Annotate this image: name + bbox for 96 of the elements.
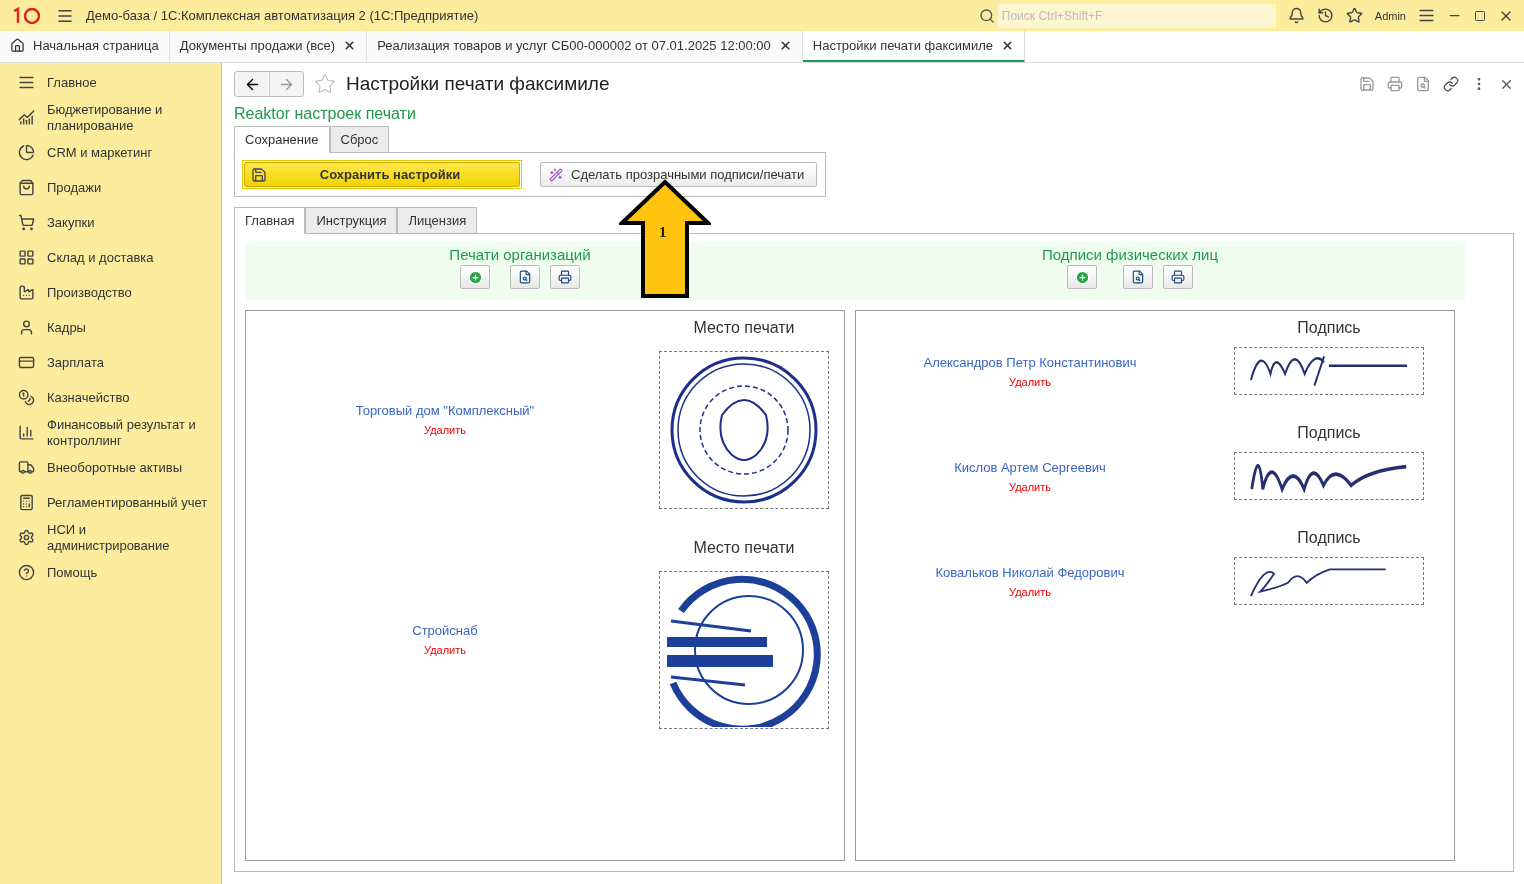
person-link[interactable]: Кислов Артем Сергеевич [954, 460, 1106, 475]
plus-icon [1074, 269, 1090, 285]
tab[interactable]: Главная [234, 207, 306, 234]
tab-label: Реализация товаров и услуг СБ00-000002 от 07.01.2025 12:00:00 [377, 38, 771, 53]
sidebar-item[interactable]: Склад и доставка [0, 240, 221, 275]
signature-caption: Подпись [1297, 424, 1361, 442]
coins-icon [18, 389, 35, 406]
sidebar-item[interactable]: Главное [0, 65, 221, 100]
add-button[interactable] [460, 265, 490, 289]
signature-caption: Подпись [1297, 529, 1361, 547]
printer-icon [558, 270, 572, 284]
help-icon [18, 564, 35, 581]
sidebar-item[interactable]: Регламентированный учет [0, 485, 221, 520]
organization-link[interactable]: Торговый дом "Комплексный" [355, 402, 535, 418]
stamp-caption: Место печати [693, 539, 795, 557]
cart-icon [18, 214, 35, 231]
preview-button[interactable] [510, 265, 540, 289]
search-field[interactable]: Поиск Ctrl+Shift+F [997, 3, 1276, 28]
sidebar-item[interactable]: Внеоборотные активы [0, 450, 221, 485]
grid-icon [18, 249, 35, 266]
tab[interactable]: Инструкция [305, 207, 398, 234]
settings-icon [18, 529, 35, 546]
delete-link[interactable]: Удалить [424, 643, 466, 656]
form-title: Настройки печати факсимиле [346, 73, 611, 95]
link-icon[interactable] [1443, 76, 1459, 92]
sidebar-item[interactable]: Финансовый результат и контроллинг [0, 415, 221, 450]
section-title: Печати организаций [449, 246, 591, 263]
form-subtitle: Reaktor настроек печати [234, 105, 417, 123]
window-title: Демо-база / 1С:Комплексная автоматизация 2 (1С:Предприятие) [86, 8, 480, 23]
user-name[interactable]: Admin [1374, 9, 1406, 22]
star-icon[interactable] [314, 73, 336, 95]
delete-link[interactable]: Удалить [1009, 376, 1051, 388]
printer-icon [1171, 270, 1185, 284]
sidebar-item[interactable]: Помощь [0, 555, 221, 590]
transparent-button[interactable]: Сделать прозрачными подписи/печати [540, 162, 818, 187]
print-button[interactable] [550, 265, 580, 289]
sidebar-item[interactable]: Бюджетирование и планирование [0, 100, 221, 135]
sidebar-item[interactable]: Кадры [0, 310, 221, 345]
search-icon[interactable] [978, 7, 995, 24]
tab-label: Начальная страница [33, 38, 159, 53]
star-icon[interactable] [1345, 7, 1363, 24]
settings-menu-icon[interactable] [1418, 7, 1435, 24]
window-tab[interactable]: Настройки печати факсимиле [802, 31, 1026, 62]
preview-icon[interactable] [1415, 76, 1431, 92]
preview-icon [1131, 270, 1145, 284]
window-tab[interactable]: Реализация товаров и услуг СБ00-000002 от 07.01.2025 12:00:00 [367, 31, 803, 62]
printer-icon[interactable] [1387, 76, 1403, 92]
save-settings-button[interactable]: Сохранить настройки [244, 162, 520, 187]
section-title: Подписи физических лиц [1041, 246, 1219, 263]
save-icon[interactable] [1359, 76, 1375, 92]
person-icon [18, 319, 35, 336]
preview-icon [518, 270, 532, 284]
delete-link[interactable]: Удалить [1009, 586, 1051, 598]
home-icon [10, 38, 25, 53]
sidebar-item[interactable]: Производство [0, 275, 221, 310]
factory-icon [18, 284, 35, 301]
signature-caption: Подпись [1297, 319, 1361, 337]
bag-icon [18, 179, 35, 196]
button-label: Сохранить настройки [318, 167, 462, 182]
wand-icon [549, 167, 563, 182]
person-link[interactable]: Ковальков Николай Федорович [935, 565, 1125, 580]
floppy-icon [251, 166, 267, 183]
tab[interactable]: Сброс [329, 126, 390, 153]
tab[interactable]: Сохранение [234, 126, 330, 153]
stamp-caption: Место печати [693, 319, 795, 337]
preview-button[interactable] [1123, 265, 1153, 289]
button-label: Сделать прозрачными подписи/печати [571, 167, 805, 182]
maximize-icon[interactable] [1474, 9, 1486, 22]
person-link[interactable]: Александров Петр Константинович [923, 355, 1137, 370]
window-tab[interactable]: Начальная страница [0, 31, 170, 62]
sidebar-item[interactable]: НСИ и администрирование [0, 520, 221, 555]
truck-icon [18, 459, 35, 476]
organization-link[interactable]: Стройснаб [412, 622, 478, 638]
history-icon[interactable] [1316, 7, 1334, 24]
sidebar-item[interactable]: Закупки [0, 205, 221, 240]
delete-link[interactable]: Удалить [1009, 481, 1051, 493]
window-tab[interactable]: Документы продажи (все) [169, 31, 368, 62]
sidebar-item[interactable]: Зарплата [0, 345, 221, 380]
calculator-icon [18, 494, 35, 511]
tab-label: Настройки печати факсимиле [812, 38, 994, 53]
plus-icon [467, 269, 483, 285]
card-icon [18, 354, 35, 371]
pie-chart-icon [18, 144, 35, 161]
bell-icon[interactable] [1287, 7, 1305, 24]
close-icon[interactable] [778, 39, 792, 52]
print-button[interactable] [1163, 265, 1193, 289]
add-button[interactable] [1067, 265, 1097, 289]
sidebar-item[interactable]: CRM и маркетинг [0, 135, 221, 170]
sidebar-item[interactable]: Казначейство [0, 380, 221, 415]
bar-chart-icon [18, 424, 35, 441]
delete-link[interactable]: Удалить [424, 423, 466, 436]
chart-icon [18, 109, 35, 126]
tab-label: Документы продажи (все) [179, 38, 336, 53]
tab[interactable]: Лицензия [397, 207, 478, 234]
sidebar-item[interactable]: Продажи [0, 170, 221, 205]
menu-icon [18, 74, 35, 91]
